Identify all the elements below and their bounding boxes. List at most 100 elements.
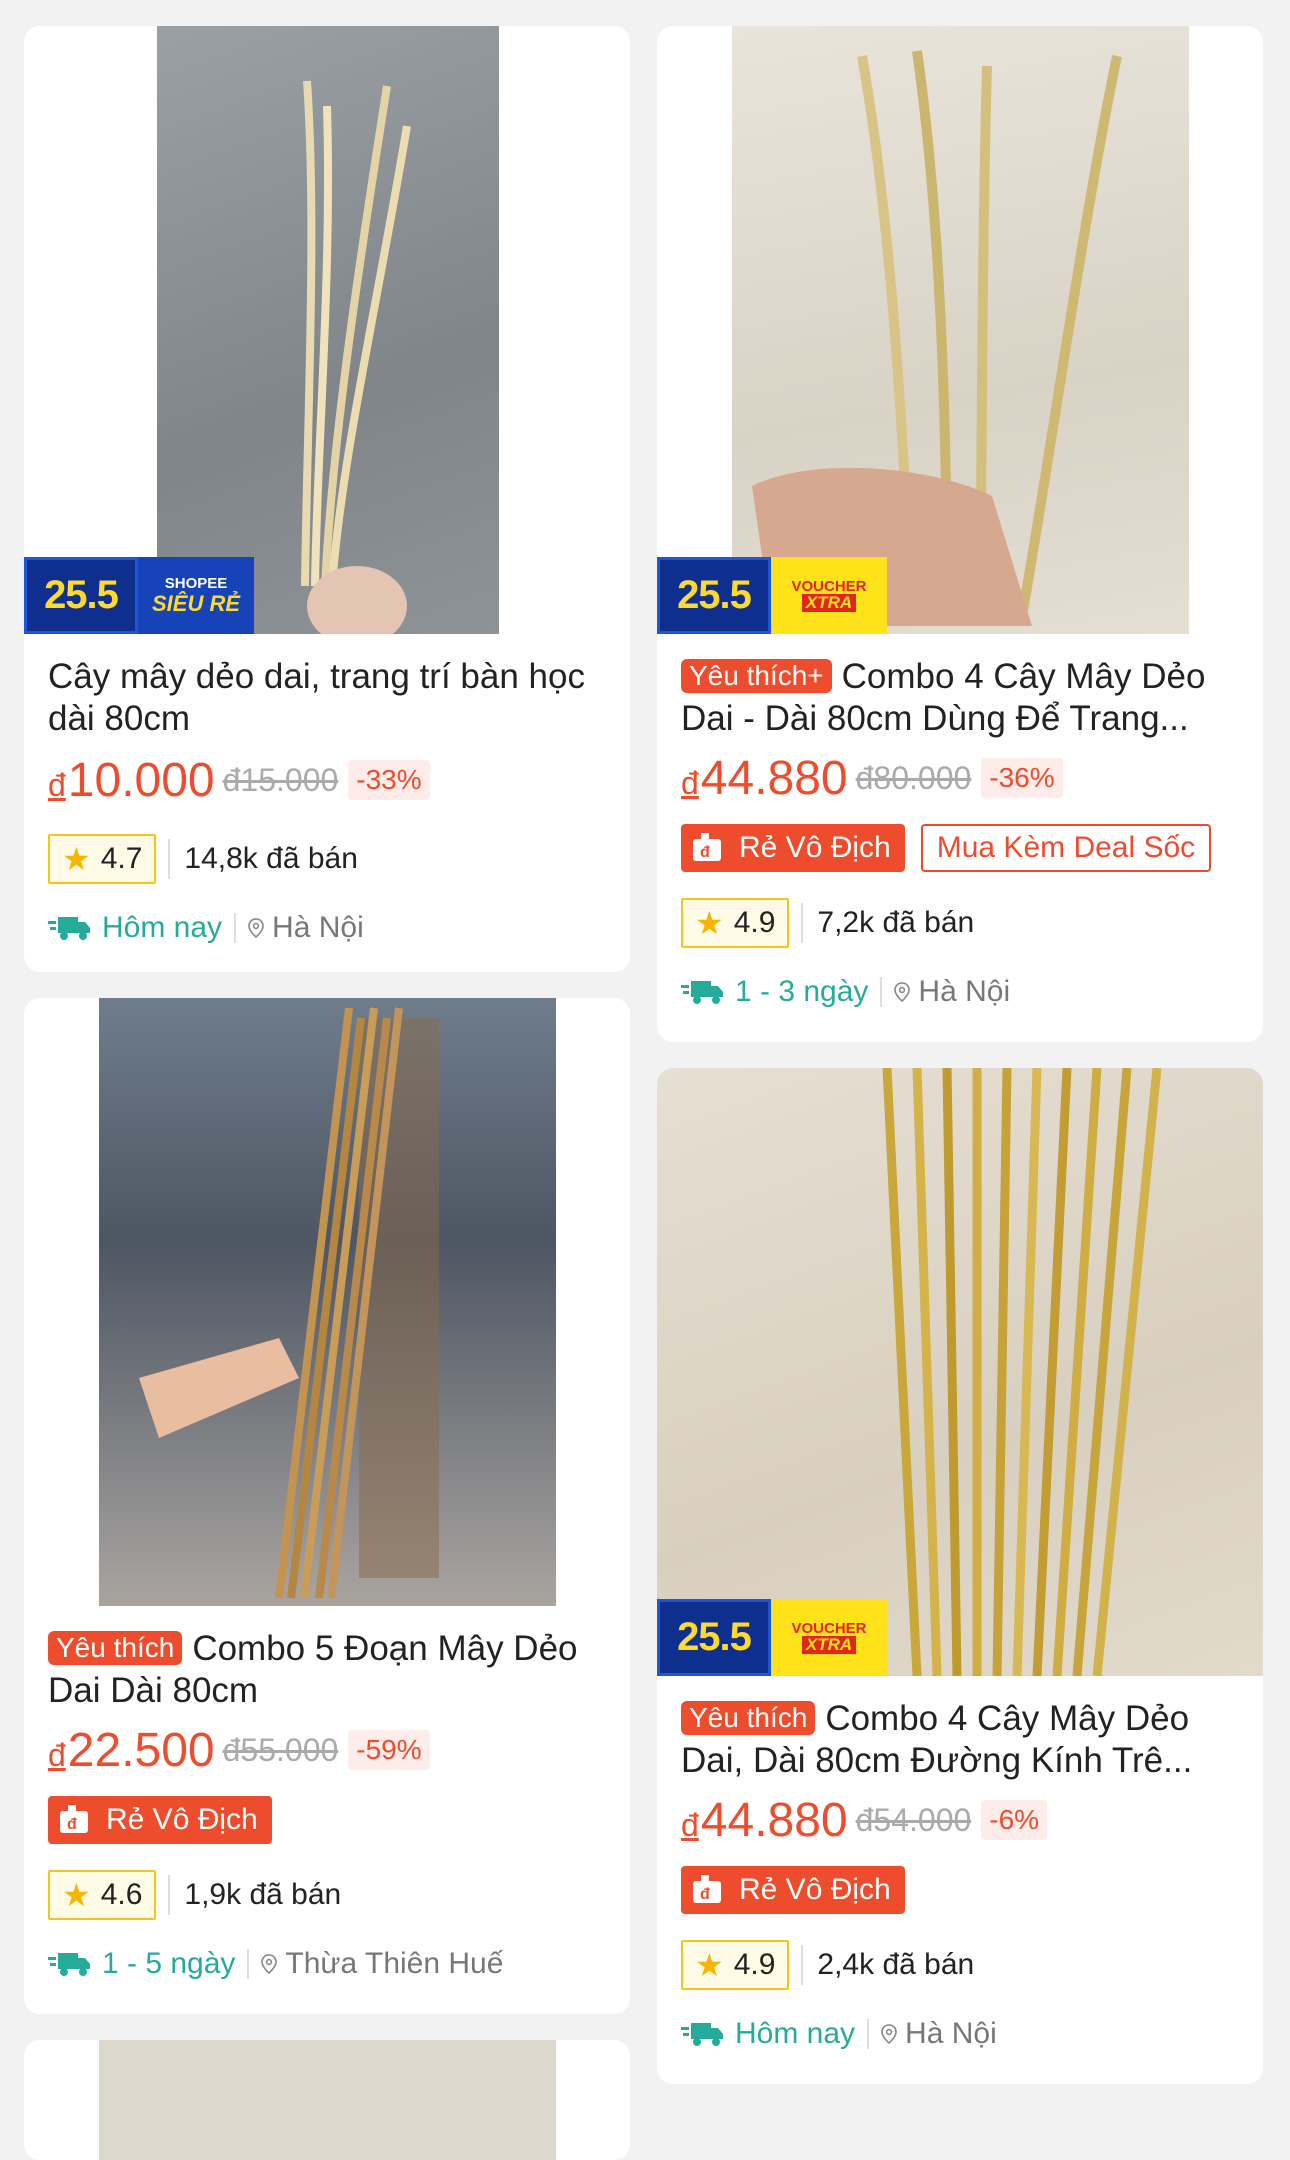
discount-badge: -6%	[981, 1800, 1048, 1840]
fast-truck-icon	[681, 981, 723, 1004]
price-row: đ44.880 đ80.000 -36%	[681, 750, 1239, 806]
price-row: đ10.000 đ15.000 -33%	[48, 752, 606, 808]
sold-count: 2,4k đã bán	[817, 1948, 975, 1981]
favorite-badge: Yêu thích	[48, 1631, 183, 1665]
product-title[interactable]: Cây mây dẻo dai, trang trí bàn học dài 8…	[48, 656, 606, 740]
product-card-2[interactable]: 25.5 VOUCHER XTRA Yêu thích+ Combo 4 Cây …	[657, 26, 1263, 1042]
product-image[interactable]: 25.5 VOUCHER XTRA	[657, 26, 1263, 634]
rating-badge: ★ 4.6	[48, 1870, 157, 1920]
badge-voucher-xtra: VOUCHER XTRA	[771, 1599, 887, 1676]
price: đ44.880	[681, 751, 848, 805]
promo-tags: đ Rẻ Vô Địch Mua Kèm Deal Sốc	[681, 824, 1239, 874]
divider	[234, 913, 237, 943]
product-image[interactable]: 25.5 VOUCHER XTRA	[657, 1068, 1263, 1676]
shipping-time: Hôm nay	[735, 2017, 856, 2050]
shop-location: Thừa Thiên Huế	[285, 1947, 504, 1980]
star-icon: ★	[695, 905, 724, 941]
discount-badge: -59%	[348, 1730, 430, 1770]
badge-date: 25.5	[657, 557, 771, 634]
product-card-5[interactable]	[24, 2040, 630, 2160]
svg-text:đ: đ	[700, 844, 710, 861]
product-title[interactable]: Yêu thích Combo 4 Cây Mây Dẻo Dai, Dài 80…	[681, 1698, 1239, 1782]
rattan-sticks-illustration	[301, 80, 411, 634]
shipping-time: 1 - 5 ngày	[102, 1947, 236, 1980]
location-pin-icon	[881, 2024, 897, 2044]
sold-count: 1,9k đã bán	[184, 1878, 342, 1911]
badge-sieu-re: SHOPEE SIÊU RẺ	[138, 557, 254, 634]
divider	[801, 903, 804, 943]
shop-location: Hà Nội	[905, 2017, 997, 2050]
star-icon: ★	[695, 1947, 724, 1983]
promo-tags: đ Rẻ Vô Địch	[48, 1796, 606, 1846]
price-tag-icon: đ	[60, 1805, 88, 1833]
svg-text:đ: đ	[67, 1816, 77, 1833]
price-row: đ22.500 đ55.000 -59%	[48, 1722, 606, 1778]
star-icon: ★	[62, 841, 91, 877]
old-price: đ15.000	[222, 761, 339, 798]
location-pin-icon	[248, 918, 264, 938]
price: đ10.000	[48, 753, 215, 807]
sold-count: 7,2k đã bán	[817, 906, 975, 939]
product-image[interactable]	[24, 2040, 630, 2160]
divider	[168, 1875, 171, 1915]
price: đ22.500	[48, 1723, 215, 1777]
product-card-3[interactable]: Yêu thích Combo 5 Đoạn Mây Dẻo Dai Dài 80…	[24, 998, 630, 2014]
shipping-time: 1 - 3 ngày	[735, 975, 869, 1008]
svg-text:đ: đ	[700, 1886, 710, 1903]
star-icon: ★	[62, 1877, 91, 1913]
product-image[interactable]	[24, 998, 630, 1606]
badge-date: 25.5	[24, 557, 138, 634]
divider	[168, 839, 171, 879]
shop-location: Hà Nội	[272, 911, 364, 944]
shipping-time: Hôm nay	[102, 911, 223, 944]
shop-location: Hà Nội	[918, 975, 1011, 1008]
rating-badge: ★ 4.9	[681, 898, 790, 948]
favorite-badge: Yêu thích+	[681, 659, 832, 693]
product-card-4[interactable]: 25.5 VOUCHER XTRA Yêu thích Combo 4 Cây M…	[657, 1068, 1263, 2084]
rattan-sticks-illustration	[139, 1007, 439, 1599]
shipping-row: Hôm nay Hà Nội	[681, 2012, 1239, 2056]
product-card-1[interactable]: 25.5 SHOPEE SIÊU RẺ Cây mây dẻo dai, tra…	[24, 26, 630, 972]
divider	[247, 1949, 250, 1979]
rating-row: ★ 4.9 7,2k đã bán	[681, 898, 1239, 948]
rattan-sticks-illustration	[882, 1068, 1162, 1676]
old-price: đ55.000	[222, 1731, 339, 1768]
product-title[interactable]: Yêu thích+ Combo 4 Cây Mây Dẻo Dai - Dài …	[681, 656, 1239, 740]
fast-truck-icon	[48, 1953, 90, 1976]
promo-badge: 25.5 SHOPEE SIÊU RẺ	[24, 557, 254, 634]
price-tag-icon: đ	[693, 833, 721, 861]
rattan-sticks-illustration	[752, 50, 1122, 626]
tag-re-vo-dich: đ Rẻ Vô Địch	[681, 824, 905, 872]
old-price: đ54.000	[855, 1801, 972, 1838]
price-tag-icon: đ	[693, 1875, 721, 1903]
product-image[interactable]: 25.5 SHOPEE SIÊU RẺ	[24, 26, 630, 634]
sold-count: 14,8k đã bán	[184, 842, 358, 875]
divider	[801, 1945, 804, 1985]
divider	[880, 977, 883, 1007]
badge-date: 25.5	[657, 1599, 771, 1676]
shipping-row: Hôm nay Hà Nội	[48, 906, 606, 950]
rating-row: ★ 4.7 14,8k đã bán	[48, 834, 606, 884]
discount-badge: -36%	[981, 758, 1063, 798]
location-pin-icon	[894, 982, 911, 1002]
fast-truck-icon	[681, 2023, 723, 2046]
tag-re-vo-dich: đ Rẻ Vô Địch	[681, 1866, 905, 1914]
rating-row: ★ 4.6 1,9k đã bán	[48, 1870, 606, 1920]
price: đ44.880	[681, 1793, 848, 1847]
rating-badge: ★ 4.9	[681, 1940, 790, 1990]
tag-mua-kem-deal-soc: Mua Kèm Deal Sốc	[920, 824, 1212, 872]
discount-badge: -33%	[348, 760, 430, 800]
promo-badge: 25.5 VOUCHER XTRA	[657, 1599, 887, 1676]
tag-re-vo-dich: đ Rẻ Vô Địch	[48, 1796, 272, 1844]
promo-tags: đ Rẻ Vô Địch	[681, 1866, 1239, 1916]
price-row: đ44.880 đ54.000 -6%	[681, 1792, 1239, 1848]
rating-badge: ★ 4.7	[48, 834, 157, 884]
location-pin-icon	[261, 1954, 278, 1974]
fast-truck-icon	[48, 917, 90, 940]
rating-row: ★ 4.9 2,4k đã bán	[681, 1940, 1239, 1990]
product-title[interactable]: Yêu thích Combo 5 Đoạn Mây Dẻo Dai Dài 80…	[48, 1628, 606, 1712]
badge-voucher-xtra: VOUCHER XTRA	[771, 557, 887, 634]
old-price: đ80.000	[855, 759, 972, 796]
favorite-badge: Yêu thích	[681, 1701, 816, 1735]
shipping-row: 1 - 5 ngày Thừa Thiên Huế	[48, 1942, 606, 1986]
